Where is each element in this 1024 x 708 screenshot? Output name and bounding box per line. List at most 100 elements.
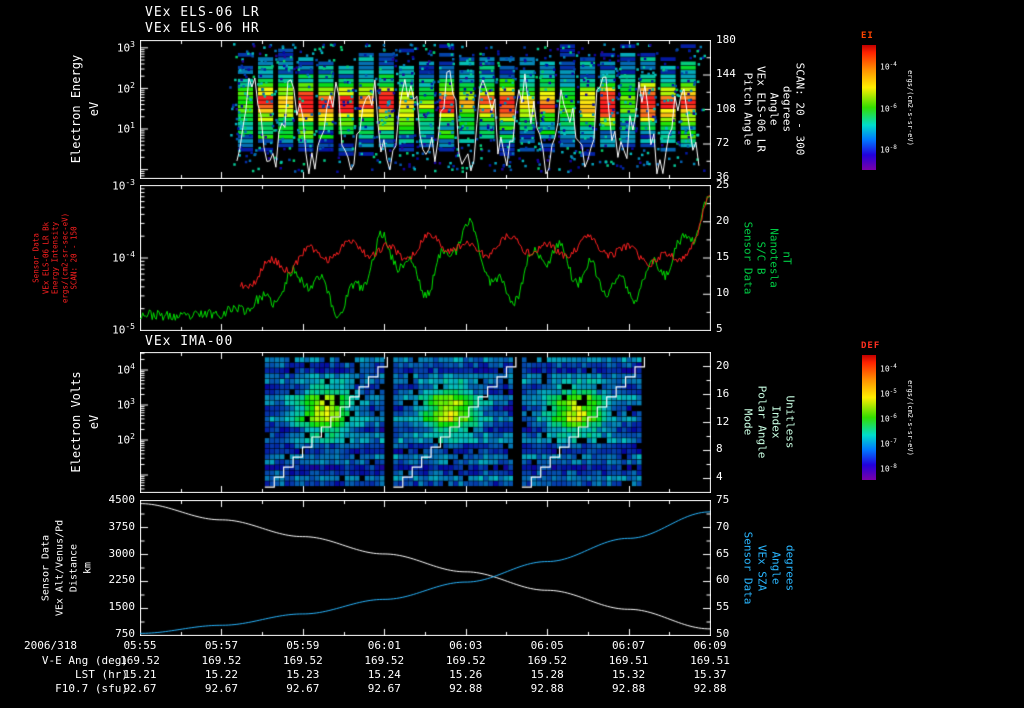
vertical-label: Distance [68, 543, 80, 592]
time-tick-label: 06:05 [530, 639, 564, 652]
footer-value: 169.52 [120, 654, 160, 667]
right-axis-tick-label: 55 [716, 600, 730, 614]
footer-value: 169.52 [527, 654, 568, 667]
panel3-title: VEx IMA-00 [145, 334, 234, 349]
footer-value: 92.67 [367, 682, 401, 695]
right-axis-tick-label: 25 [716, 178, 730, 191]
right-axis-tick-label: 4 [716, 470, 723, 484]
time-tick-label: 06:01 [367, 639, 401, 652]
colorbar-tick-label: 10-4 [880, 60, 897, 72]
footer-value: 92.88 [693, 682, 727, 695]
vertical-label: Energy Intensity [50, 221, 60, 294]
vertical-label: Polar Angle [755, 385, 769, 459]
right-axis-tick-label: 108 [716, 101, 736, 115]
colorbar-unit-label: ergs/(cm2-s-sr-eV) [906, 69, 914, 146]
right-axis-tick-label: 5 [716, 322, 723, 335]
footer-value: 15.23 [286, 668, 320, 681]
colorbar-tick-label: 10-8 [880, 144, 897, 155]
panel2-lineplot-canvas [140, 185, 711, 331]
y-axis-tick-label: 3750 [108, 519, 136, 533]
vertical-label: Mode [741, 408, 755, 436]
right-axis-tick-label: 10 [716, 286, 730, 299]
colorbar-tick-label: 10-8 [880, 462, 897, 474]
footer-value: 169.51 [608, 654, 649, 667]
vertical-label: VEx ELS-06 LR Bk [41, 221, 50, 294]
footer-value: 169.52 [201, 654, 242, 667]
date-label: 2006/318 [24, 639, 77, 652]
right-axis-tick-label: 180 [716, 33, 736, 46]
footer-value: 92.88 [449, 682, 483, 695]
colorbar-tick-label: 10-6 [880, 102, 897, 114]
footer-value: 15.22 [204, 668, 238, 681]
vertical-label: eV [87, 414, 101, 430]
footer-value: 92.88 [612, 682, 646, 695]
vertical-label: Sensor Data [741, 531, 755, 604]
footer-value: 92.67 [123, 682, 157, 695]
panel4-lineplot-canvas [140, 500, 711, 636]
vertical-label: Electron Volts [69, 371, 83, 473]
right-axis-tick-label: 20 [716, 358, 730, 372]
vertical-label: Pitch Angle [741, 72, 755, 146]
footer-value: 92.67 [286, 682, 320, 695]
footer-value: 169.52 [282, 654, 323, 667]
vertical-label: degrees [783, 544, 797, 591]
right-axis-tick-label: 75 [716, 493, 730, 506]
right-axis-tick-label: 72 [716, 135, 730, 149]
vertical-label: VEx SZA [755, 544, 769, 591]
vertical-label: VEx Alt/Venus/Pd [54, 519, 66, 616]
right-axis-tick-label: 20 [716, 214, 730, 227]
footer-value: 15.37 [693, 668, 727, 681]
time-tick-label: 05:55 [123, 639, 157, 652]
right-axis-tick-label: 144 [716, 67, 736, 81]
vertical-label: VEx ELS-06 LR [754, 65, 768, 153]
y-axis-tick-label: 10-5 [112, 322, 135, 337]
panel1-title-lr: VEx ELS-06 LR [145, 5, 260, 20]
panel1-spectrogram-canvas [140, 40, 711, 179]
vertical-label: Angle [769, 550, 783, 585]
right-axis-tick-label: 60 [716, 573, 730, 587]
footer-value: 92.88 [530, 682, 564, 695]
time-tick-label: 06:07 [612, 639, 646, 652]
vertical-label: Sensor Data [40, 534, 52, 601]
vertical-label: SCAN: 20 - 300 [793, 62, 807, 156]
colorbar-def-title: DEF [861, 341, 881, 351]
y-axis-tick-label: 103 [116, 40, 135, 55]
colorbar-ei [862, 45, 876, 170]
colorbar-tick-label: 10-6 [880, 412, 897, 424]
time-tick-label: 06:03 [449, 639, 483, 652]
time-tick-label: 05:59 [286, 639, 320, 652]
panel3-spectrogram-canvas [140, 352, 711, 493]
vertical-label: km [82, 561, 94, 574]
right-axis-tick-label: 70 [716, 519, 730, 533]
colorbar-unit-label: ergs/(cm2-s-sr-eV) [906, 379, 914, 456]
right-axis-tick-label: 8 [716, 442, 723, 456]
right-axis-tick-label: 12 [716, 414, 730, 428]
footer-value: 15.32 [612, 668, 646, 681]
time-tick-label: 06:09 [693, 639, 727, 652]
vertical-label: Sensor Data [741, 221, 755, 294]
footer-value: 169.52 [445, 654, 486, 667]
vertical-label: Index [769, 405, 783, 439]
footer-value: 15.26 [449, 668, 483, 681]
vertical-label: Nanotesla [767, 227, 781, 288]
footer-value: 15.24 [367, 668, 401, 681]
vertical-label: Unitless [783, 395, 797, 449]
time-tick-label: 05:57 [204, 639, 238, 652]
right-axis-tick-label: 16 [716, 386, 730, 400]
footer-value: 169.51 [690, 654, 730, 667]
right-axis-tick-label: 15 [716, 250, 730, 263]
vertical-label: SCAN: 20 - 150 [69, 225, 79, 290]
footer-value: 15.21 [123, 668, 157, 681]
colorbar-tick-label: 10-5 [880, 387, 897, 399]
y-axis-tick-label: 10-3 [112, 178, 135, 193]
right-axis-tick-label: 65 [716, 546, 730, 560]
colorbar-tick-label: 10-4 [880, 362, 897, 374]
vertical-label: eV [87, 101, 101, 117]
footer-value: 169.52 [364, 654, 405, 667]
vertical-label: nT [780, 250, 794, 265]
y-axis-tick-label: 1500 [108, 600, 136, 614]
colorbar-def [862, 355, 876, 480]
vertical-label: Sensor Data [31, 232, 41, 283]
vertical-label: ergs/(cm2-sr-sec-eV) [60, 212, 69, 303]
footer-value: 92.67 [204, 682, 238, 695]
